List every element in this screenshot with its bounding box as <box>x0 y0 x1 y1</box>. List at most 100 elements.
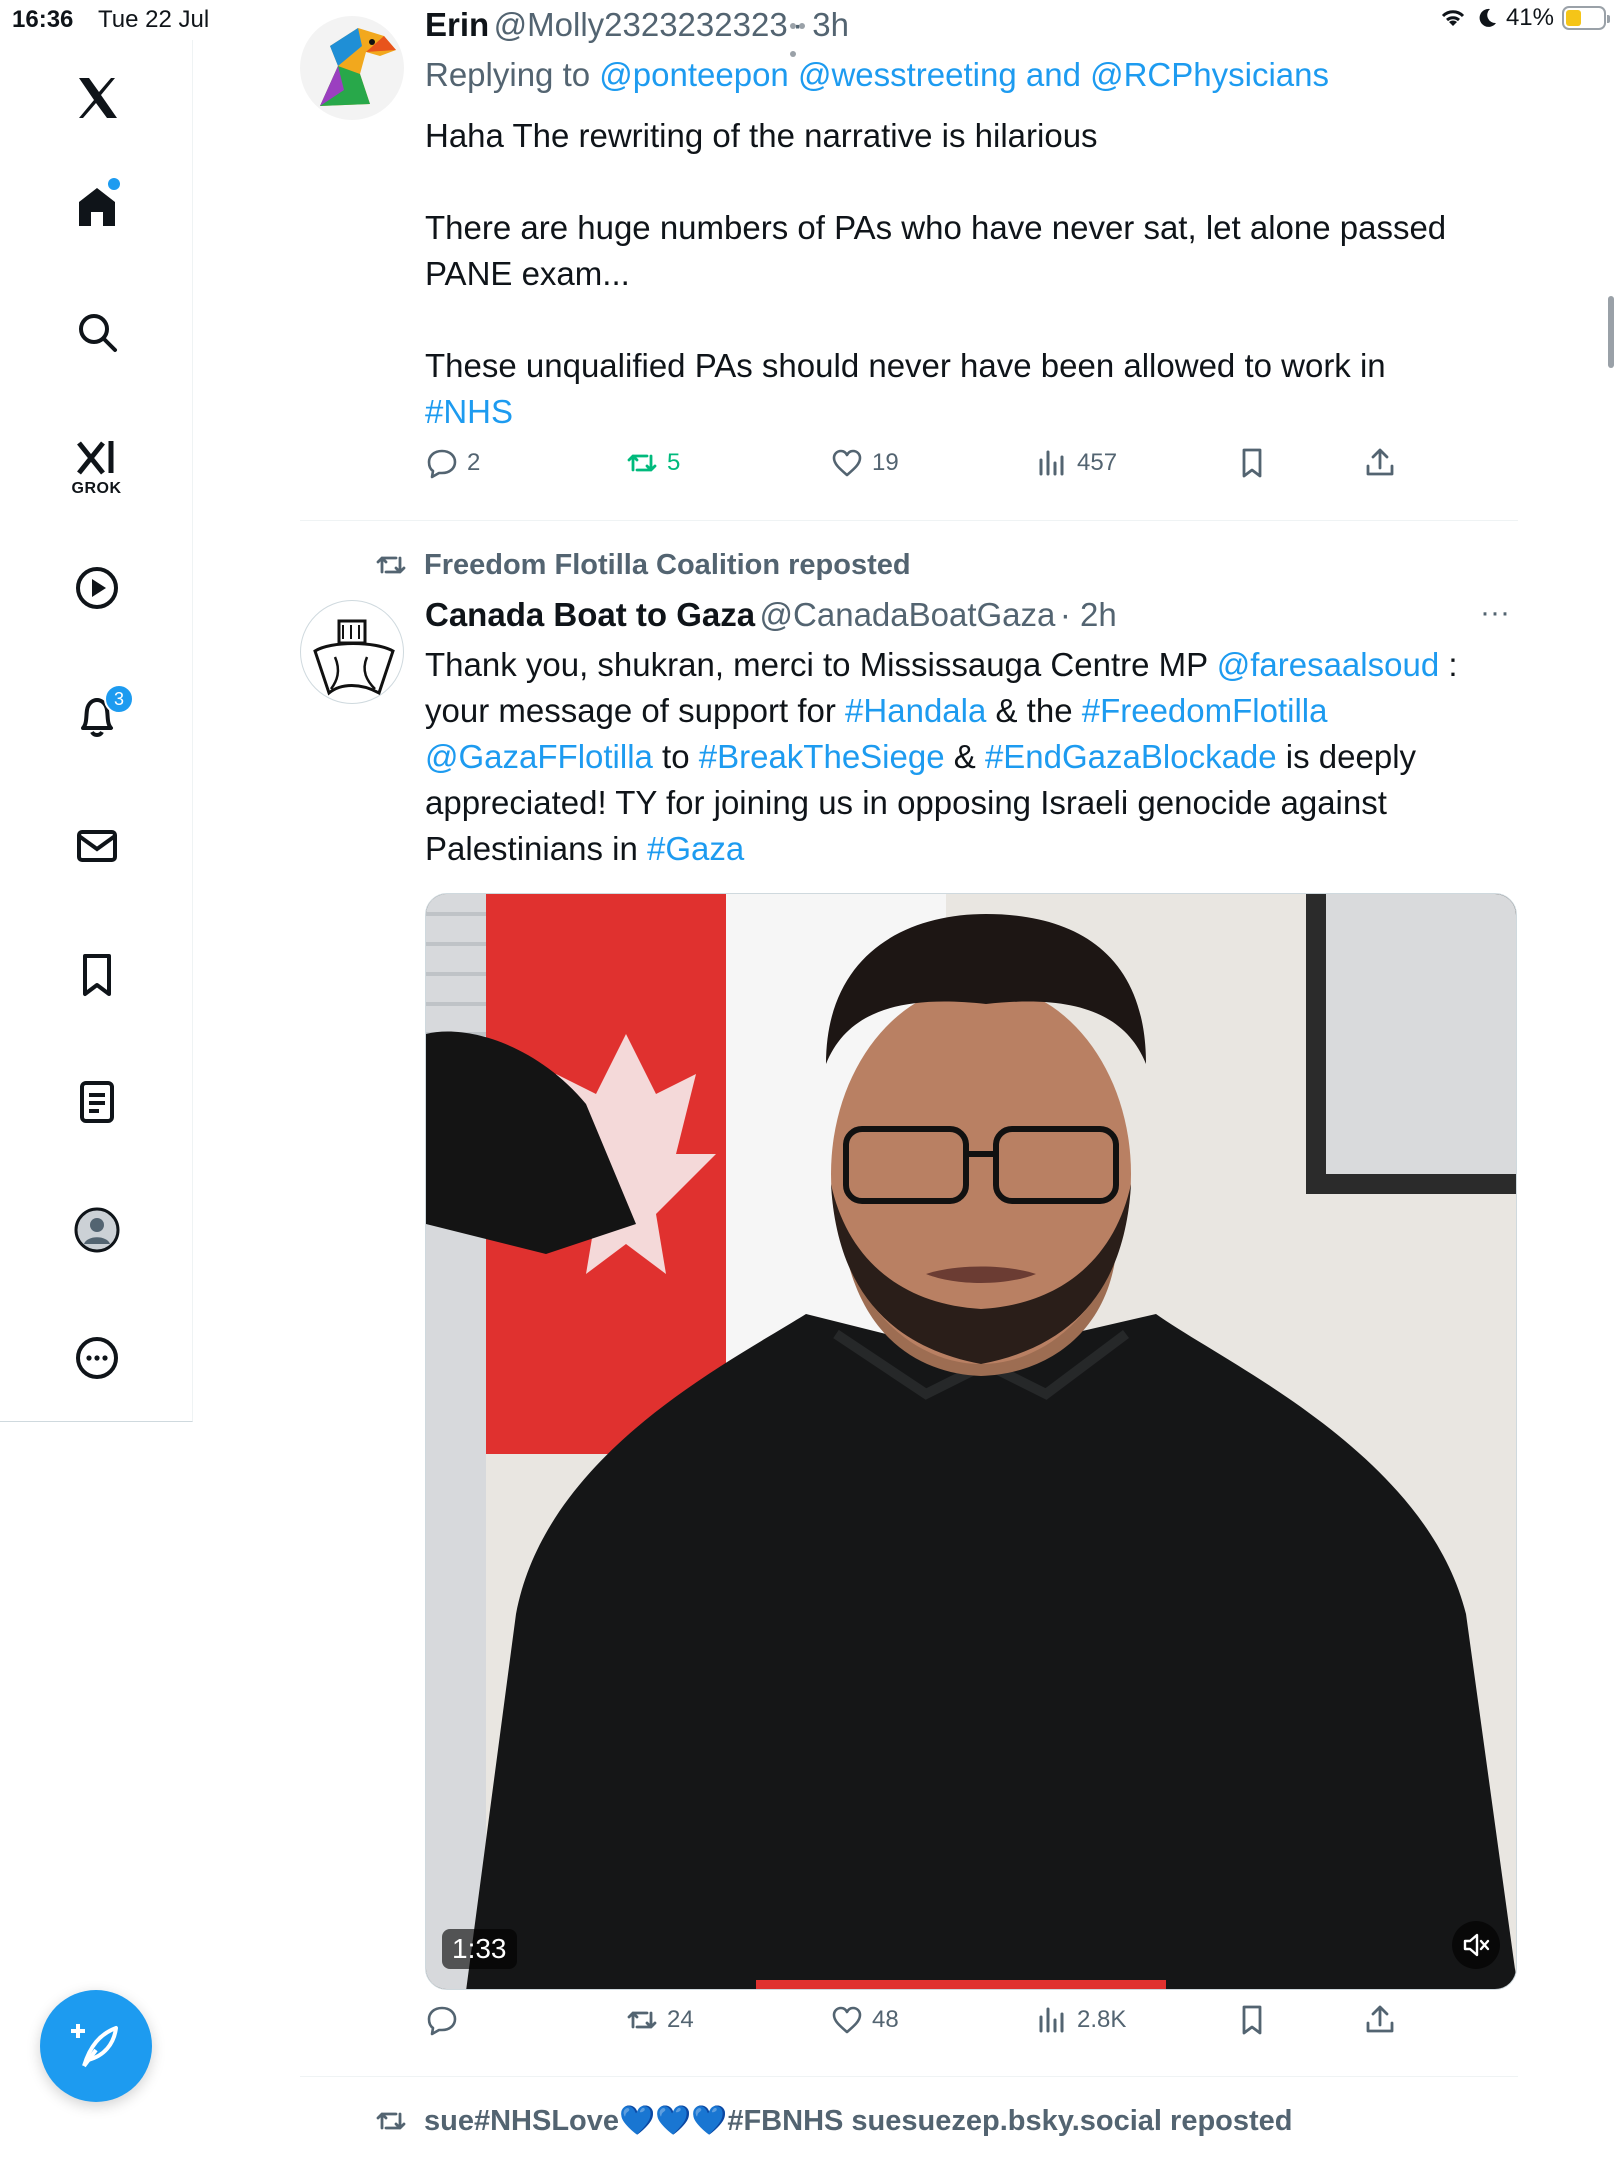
bookmark-button[interactable] <box>1235 2003 1269 2037</box>
tweet-2-actions: 24 48 2.8K <box>425 2003 1425 2053</box>
tweet-2-header: Canada Boat to Gaza @CanadaBoatGaza · 2h <box>425 596 1117 634</box>
replying-to-label: Replying to <box>425 56 591 93</box>
lists-icon[interactable] <box>0 1072 193 1132</box>
bookmark-button[interactable] <box>1235 446 1269 480</box>
notifications-badge: 3 <box>104 684 134 714</box>
tweet-1[interactable]: Erin @Molly2323232323 · 3h Replying to @… <box>300 0 1518 520</box>
share-button[interactable] <box>1363 446 1397 480</box>
more-options-button[interactable]: ··· <box>1480 596 1510 630</box>
tweet-text: your message of support for <box>425 692 846 729</box>
author-name[interactable]: Canada Boat to Gaza <box>425 596 755 633</box>
bookmarks-icon[interactable] <box>0 944 193 1004</box>
tweet-text: : <box>1439 646 1458 683</box>
like-count: 19 <box>872 449 899 476</box>
status-time: 16:36 <box>12 6 74 33</box>
repost-count: 5 <box>667 449 681 476</box>
views-button[interactable]: 2.8K <box>1035 2003 1126 2037</box>
hashtag-link[interactable]: #FreedomFlotilla <box>1082 692 1328 729</box>
home-unread-dot <box>108 178 120 190</box>
tweet-text: & the <box>986 692 1082 729</box>
compose-feather-icon <box>71 2024 118 2068</box>
hashtag-link[interactable]: #Gaza <box>647 830 744 867</box>
battery-level <box>1566 10 1581 26</box>
views-icon <box>1039 2007 1064 2033</box>
author-name[interactable]: Erin <box>425 6 489 43</box>
reply-button[interactable]: 2 <box>425 446 480 480</box>
views-button[interactable]: 457 <box>1035 446 1117 480</box>
social-context-label: Freedom Flotilla Coalition reposted <box>424 548 911 581</box>
post-time[interactable]: · 3h <box>792 6 849 43</box>
tweet-text-line: There are huge numbers of PAs who have n… <box>425 209 1447 292</box>
video-icon[interactable] <box>0 558 193 618</box>
reply-button[interactable] <box>425 2003 467 2037</box>
repost-icon <box>627 2011 657 2029</box>
like-count: 48 <box>872 2006 899 2033</box>
author-handle[interactable]: @CanadaBoatGaza <box>760 596 1056 633</box>
social-context[interactable]: sue#NHSLove💙💙💙#FBNHS suesuezep.bsky.soci… <box>374 2104 1293 2138</box>
social-context-label: sue#NHSLove💙💙💙#FBNHS suesuezep.bsky.soci… <box>424 2105 1293 2137</box>
reply-mentions-link[interactable]: @ponteepon @wesstreeting and @RCPhysicia… <box>599 56 1329 93</box>
repost-icon <box>376 556 406 574</box>
hashtag-link[interactable]: #BreakTheSiege <box>699 738 945 775</box>
post-time[interactable]: · 2h <box>1060 596 1117 633</box>
hashtag-link[interactable]: #NHS <box>425 389 1485 435</box>
repost-icon <box>627 454 657 472</box>
video-player[interactable]: 1:33 <box>425 893 1517 1990</box>
x-logo-icon[interactable] <box>0 68 193 128</box>
tweet-text: Thank you, shukran, merci to Mississauga… <box>425 646 1217 683</box>
heart-icon <box>832 2006 862 2034</box>
grok-icon[interactable]: GROK <box>0 428 193 508</box>
repost-count: 24 <box>667 2006 694 2033</box>
video-frame <box>426 894 1516 1989</box>
compose-post-button[interactable] <box>40 1990 152 2102</box>
tweet-text: & <box>944 738 985 775</box>
repost-button[interactable]: 5 <box>625 446 680 480</box>
share-button[interactable] <box>1363 2003 1397 2037</box>
tweet-1-text: Haha The rewriting of the narrative is h… <box>425 113 1485 435</box>
tweet-text: Palestinians in <box>425 830 647 867</box>
hashtag-link[interactable]: #Handala <box>845 692 986 729</box>
battery-icon <box>1562 6 1610 30</box>
search-icon[interactable] <box>0 302 193 362</box>
grok-label: GROK <box>71 480 122 497</box>
home-icon[interactable] <box>0 176 193 236</box>
views-icon <box>1039 450 1064 476</box>
notifications-icon[interactable]: 3 <box>0 684 193 746</box>
tweet-text: is deeply <box>1276 738 1417 775</box>
scrollbar[interactable] <box>1608 296 1614 368</box>
like-button[interactable]: 19 <box>830 446 899 480</box>
replying-to: Replying to @ponteepon @wesstreeting and… <box>425 56 1329 94</box>
muted-speaker-icon <box>1463 1933 1490 1957</box>
views-count: 2.8K <box>1077 2006 1127 2033</box>
mention-link[interactable]: @GazaFFlotilla <box>425 738 653 775</box>
reply-count: 2 <box>467 449 481 476</box>
tweet-2-text: Thank you, shukran, merci to Mississauga… <box>425 642 1515 872</box>
video-duration: 1:33 <box>442 1929 517 1969</box>
tweet-text-line: These unqualified PAs should never have … <box>425 347 1386 384</box>
sidebar: GROK 3 <box>0 40 193 1422</box>
tweet-text: to <box>652 738 699 775</box>
mute-button[interactable] <box>1452 1921 1500 1969</box>
bookmark-icon <box>1242 2005 1262 2035</box>
more-icon[interactable] <box>0 1328 193 1388</box>
social-context[interactable]: Freedom Flotilla Coalition reposted <box>374 548 911 582</box>
messages-icon[interactable] <box>0 816 193 876</box>
tweet-1-header: Erin @Molly2323232323 · 3h <box>425 6 849 44</box>
share-icon <box>1366 2005 1394 2033</box>
mention-link[interactable]: @faresaalsoud <box>1217 646 1439 683</box>
like-button[interactable]: 48 <box>830 2003 899 2037</box>
hashtag-link[interactable]: #EndGazaBlockade <box>985 738 1277 775</box>
feed-divider <box>300 520 1518 521</box>
heart-icon <box>832 449 862 477</box>
tweet-text-line: Haha The rewriting of the narrative is h… <box>425 117 1098 154</box>
bookmark-icon <box>1242 448 1262 478</box>
reply-icon <box>427 449 457 479</box>
tweet-1-actions: 2 5 19 457 <box>425 446 1425 496</box>
repost-icon <box>376 2112 406 2130</box>
profile-icon[interactable] <box>0 1200 193 1260</box>
repost-button[interactable]: 24 <box>625 2003 694 2037</box>
author-handle[interactable]: @Molly2323232323 <box>494 6 788 43</box>
reply-icon <box>427 2006 457 2036</box>
feed-divider <box>300 2076 1518 2077</box>
share-icon <box>1366 448 1394 476</box>
